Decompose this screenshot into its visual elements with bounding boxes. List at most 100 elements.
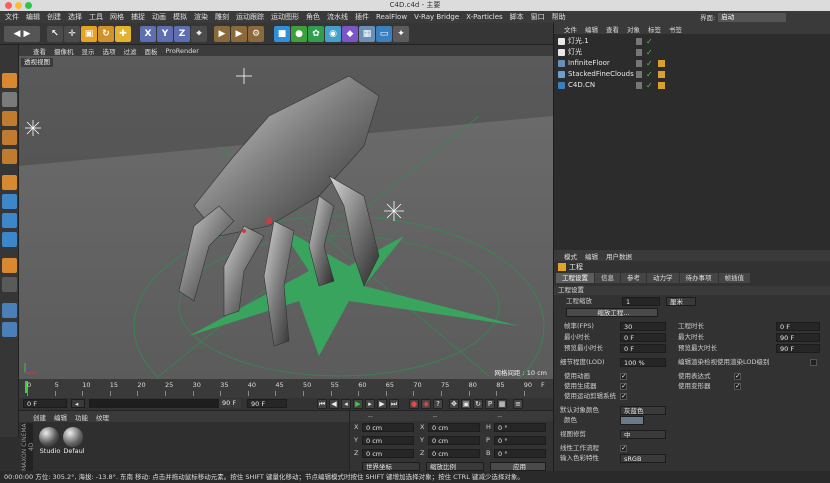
- input-color-select[interactable]: sRGB: [620, 454, 666, 463]
- light-icon[interactable]: ✦: [393, 26, 409, 42]
- enabled-check-icon[interactable]: ✓: [646, 58, 653, 69]
- viewport-menu-item[interactable]: 过滤: [124, 46, 137, 56]
- keyframe-selection-icon[interactable]: ?: [433, 399, 443, 409]
- frame-up-arrow[interactable]: ◂: [71, 399, 85, 408]
- start-frame-field[interactable]: 0 F: [23, 399, 67, 408]
- object-menu-item[interactable]: 书签: [669, 24, 682, 34]
- apply-button[interactable]: 应用: [490, 462, 546, 471]
- edges-mode-icon[interactable]: [2, 130, 17, 145]
- menu-item[interactable]: 动画: [152, 12, 166, 22]
- deformer-icon[interactable]: ◆: [342, 26, 358, 42]
- coordinate-field[interactable]: 0 °: [494, 449, 546, 458]
- preview-range-slider[interactable]: [89, 399, 239, 408]
- menu-item[interactable]: 脚本: [510, 12, 524, 22]
- menu-item[interactable]: 运动图形: [271, 12, 299, 22]
- tab-1[interactable]: 信息: [595, 273, 620, 283]
- object-row[interactable]: InfiniteFloor ✓: [554, 58, 830, 69]
- layers-icon[interactable]: [2, 303, 17, 318]
- menu-item[interactable]: 帮助: [552, 12, 566, 22]
- move-icon[interactable]: ✛: [64, 26, 80, 42]
- axis-x-icon[interactable]: X: [140, 26, 156, 42]
- visibility-dots-icon[interactable]: [636, 60, 642, 67]
- viewport-menu-item[interactable]: 查看: [33, 46, 46, 56]
- select-arrow-icon[interactable]: ↖: [47, 26, 63, 42]
- move-tool-icon[interactable]: ✚: [115, 26, 131, 42]
- project-scale-field[interactable]: 1: [622, 297, 660, 306]
- points-mode-icon[interactable]: [2, 111, 17, 126]
- snap-icon[interactable]: [2, 258, 17, 273]
- lod-field[interactable]: 100 %: [620, 358, 666, 367]
- floor-icon[interactable]: ▦: [359, 26, 375, 42]
- next-frame-icon[interactable]: ▸: [365, 399, 375, 409]
- coordinate-field[interactable]: 0 cm: [428, 436, 480, 445]
- enabled-check-icon[interactable]: ✓: [646, 47, 653, 58]
- coordinate-field[interactable]: 0 °: [494, 436, 546, 445]
- menu-item[interactable]: 创建: [47, 12, 61, 22]
- view-clip-select[interactable]: 中: [620, 430, 666, 439]
- coordinate-system-icon[interactable]: ⌖: [191, 26, 207, 42]
- material-default[interactable]: Defaul: [63, 427, 85, 455]
- preview-min-field[interactable]: 0 F: [620, 344, 666, 353]
- subdivision-icon[interactable]: ●: [291, 26, 307, 42]
- menu-item[interactable]: X-Particles: [466, 13, 502, 21]
- menu-item[interactable]: RealFlow: [376, 13, 407, 21]
- perspective-viewport[interactable]: 透视视图 网格间距 : 10 cm: [19, 56, 553, 379]
- viewport-menu-item[interactable]: 显示: [82, 46, 95, 56]
- auto-key-icon[interactable]: ◉: [421, 399, 431, 409]
- camera-icon[interactable]: ▭: [376, 26, 392, 42]
- tag-icon[interactable]: [658, 71, 665, 78]
- minimize-window-button[interactable]: [15, 2, 22, 9]
- menu-item[interactable]: 角色: [306, 12, 320, 22]
- polygons-mode-icon[interactable]: [2, 149, 17, 164]
- checker-texture-icon[interactable]: [2, 92, 17, 107]
- coordinate-field[interactable]: 0 cm: [428, 449, 480, 458]
- scale-mode-select[interactable]: 缩放比例: [426, 462, 484, 471]
- layout-select[interactable]: 启动: [718, 12, 787, 22]
- point-level-key-icon[interactable]: ▦: [497, 399, 507, 409]
- menu-item[interactable]: 运动跟踪: [236, 12, 264, 22]
- duration-field[interactable]: 0 F: [776, 322, 820, 331]
- tag-icon[interactable]: [658, 82, 665, 89]
- grid-icon[interactable]: [2, 322, 17, 337]
- render-picture-viewer-icon[interactable]: ▶: [231, 26, 247, 42]
- coordinate-mode-select[interactable]: 世界坐标: [362, 462, 420, 471]
- magnet-icon[interactable]: [2, 232, 17, 247]
- spline-icon[interactable]: ◉: [325, 26, 341, 42]
- object-menu-item[interactable]: 标签: [648, 24, 661, 34]
- viewport-menu-item[interactable]: ProRender: [166, 47, 199, 55]
- menu-item[interactable]: 文件: [5, 12, 19, 22]
- array-icon[interactable]: ✿: [308, 26, 324, 42]
- render-view-icon[interactable]: ▶: [214, 26, 230, 42]
- next-key-icon[interactable]: ▶: [377, 399, 387, 409]
- uv-mode-icon[interactable]: [2, 194, 17, 209]
- visibility-dots-icon[interactable]: [636, 49, 642, 56]
- tab-2[interactable]: 参考: [621, 273, 646, 283]
- material-menu-item[interactable]: 编辑: [54, 412, 67, 422]
- attribute-menu-item[interactable]: 用户数据: [606, 251, 632, 261]
- visibility-dots-icon[interactable]: [636, 38, 642, 45]
- object-row[interactable]: StackedFineClouds ✓: [554, 69, 830, 80]
- coordinate-field[interactable]: 0 cm: [362, 436, 414, 445]
- tab-3[interactable]: 动力学: [647, 273, 679, 283]
- material-menu-item[interactable]: 创建: [33, 412, 46, 422]
- use-generators-checkbox[interactable]: [620, 382, 627, 390]
- end-frame-field[interactable]: 90 F: [247, 399, 287, 408]
- workplane-icon[interactable]: [2, 277, 17, 292]
- undo-redo-icon[interactable]: ◀ ▶: [4, 26, 40, 42]
- previous-frame-icon[interactable]: ◂: [341, 399, 351, 409]
- menu-item[interactable]: 渲染: [194, 12, 208, 22]
- timeline-window-icon[interactable]: ≡: [513, 399, 523, 409]
- model-mode-icon[interactable]: [2, 73, 17, 88]
- visibility-dots-icon[interactable]: [636, 71, 642, 78]
- tag-icon[interactable]: [658, 60, 665, 67]
- min-time-field[interactable]: 0 F: [620, 333, 666, 342]
- material-studio[interactable]: Studio: [39, 427, 61, 455]
- menu-item[interactable]: 流水线: [327, 12, 348, 22]
- menu-item[interactable]: 插件: [355, 12, 369, 22]
- previous-key-icon[interactable]: ◀: [329, 399, 339, 409]
- axis-mode-icon[interactable]: [2, 175, 17, 190]
- object-row[interactable]: 灯光.1 ✓: [554, 36, 830, 47]
- go-to-start-icon[interactable]: ⏮: [317, 399, 327, 409]
- tab-5[interactable]: 帧插值: [718, 273, 750, 283]
- object-menu-item[interactable]: 对象: [627, 24, 640, 34]
